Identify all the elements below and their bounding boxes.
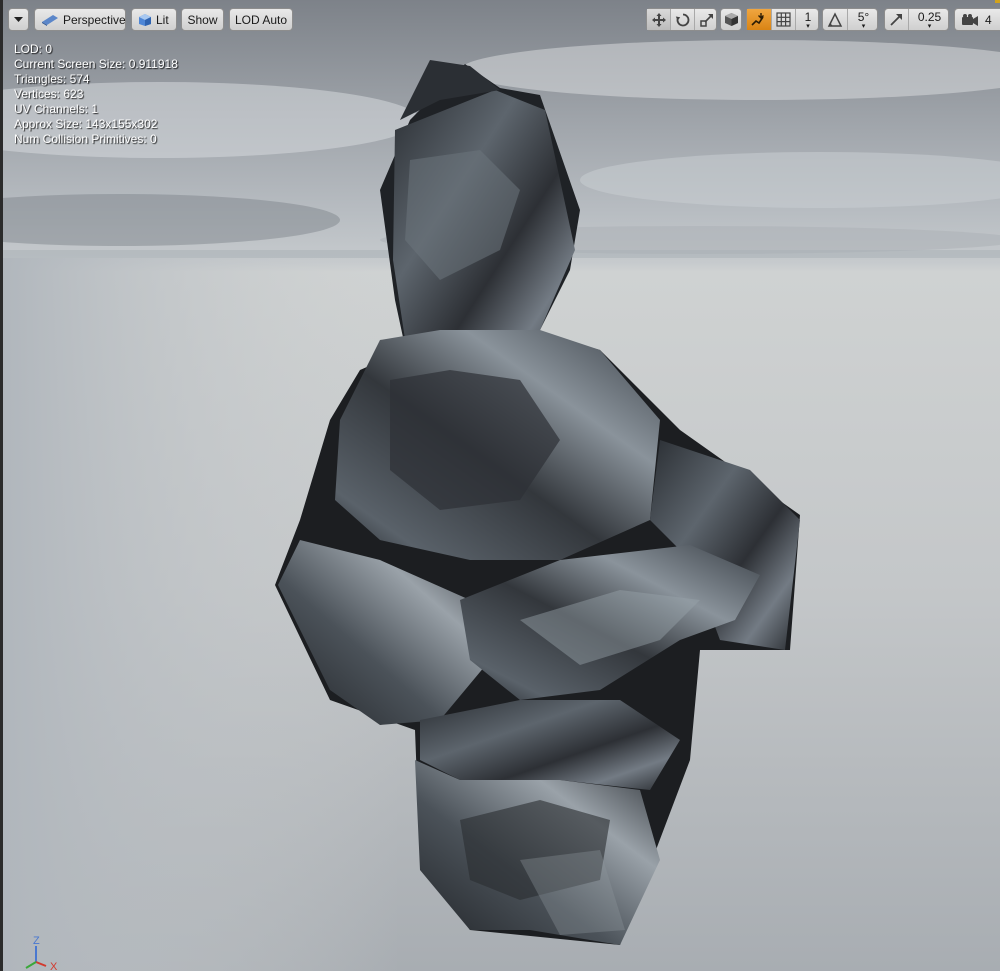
axis-z-label: Z <box>33 935 40 947</box>
lit-label: Lit <box>156 12 169 27</box>
rotation-snap-value: 5° <box>857 10 870 24</box>
perspective-button[interactable]: Perspective <box>34 8 126 31</box>
lit-cube-icon <box>139 13 151 26</box>
viewport-frame-corner <box>995 0 1000 3</box>
scale-snap-value-dropdown[interactable]: 0.25 ▾ <box>909 9 950 30</box>
snapping-tools: 1 ▾ <box>746 8 819 31</box>
coordinate-system-button[interactable] <box>720 8 742 31</box>
rotation-snap-value-dropdown[interactable]: 5° ▾ <box>848 9 879 30</box>
show-button[interactable]: Show <box>181 8 224 31</box>
grid-snap-button[interactable] <box>772 9 796 30</box>
world-cube-icon <box>724 13 738 26</box>
camera-speed-button[interactable]: 4 <box>954 8 1000 31</box>
axis-x-label: X <box>50 961 58 971</box>
surface-snap-button[interactable] <box>747 9 772 30</box>
angle-icon <box>827 11 843 27</box>
scale-snap-tools: 0.25 ▾ <box>884 8 949 31</box>
scale-snap-button[interactable] <box>885 9 909 30</box>
translate-tool-button[interactable] <box>647 9 671 30</box>
stat-lod: LOD: 0 <box>14 42 53 56</box>
scale-tool-button[interactable] <box>695 9 718 30</box>
transform-tools <box>646 8 717 31</box>
stat-vertices: Vertices: 623 <box>14 87 84 101</box>
chevron-down-icon <box>14 17 23 22</box>
perspective-label: Perspective <box>63 12 126 27</box>
viewport-frame-left <box>0 0 3 971</box>
rotate-icon <box>675 13 689 26</box>
surface-snap-icon <box>751 12 764 26</box>
rotation-snap-button[interactable] <box>823 9 848 30</box>
show-label: Show <box>187 12 218 27</box>
stat-triangles: Triangles: 574 <box>14 72 90 86</box>
move-icon <box>651 12 666 27</box>
stat-collision-primitives: Num Collision Primitives: 0 <box>14 132 157 146</box>
rotation-snap-tools: 5° ▾ <box>822 8 878 31</box>
grid-icon <box>776 12 791 27</box>
lod-button[interactable]: LOD Auto <box>229 8 293 31</box>
chevron-down-icon: ▾ <box>861 23 866 30</box>
chevron-down-icon: ▾ <box>806 23 810 30</box>
camera-speed-value: 4 <box>985 12 992 27</box>
stat-screen-size: Current Screen Size: 0.911918 <box>14 57 178 71</box>
camera-icon <box>962 13 978 26</box>
scale-arrow-icon <box>890 14 902 26</box>
perspective-icon <box>42 14 58 26</box>
grid-snap-value-dropdown[interactable]: 1 ▾ <box>796 9 820 30</box>
stat-approx-size: Approx Size: 143x155x302 <box>14 117 158 131</box>
viewport-options-button[interactable] <box>8 8 29 31</box>
scale-icon <box>699 13 713 27</box>
stat-uv-channels: UV Channels: 1 <box>14 102 99 116</box>
rotate-tool-button[interactable] <box>671 9 695 30</box>
lit-button[interactable]: Lit <box>131 8 177 31</box>
grid-snap-value: 1 <box>804 10 812 24</box>
scale-snap-value: 0.25 <box>917 10 942 24</box>
chevron-down-icon: ▾ <box>927 23 932 30</box>
lod-label: LOD Auto <box>234 12 288 27</box>
mesh-stats-overlay: LOD: 0 Current Screen Size: 0.911918 Tri… <box>14 42 178 147</box>
